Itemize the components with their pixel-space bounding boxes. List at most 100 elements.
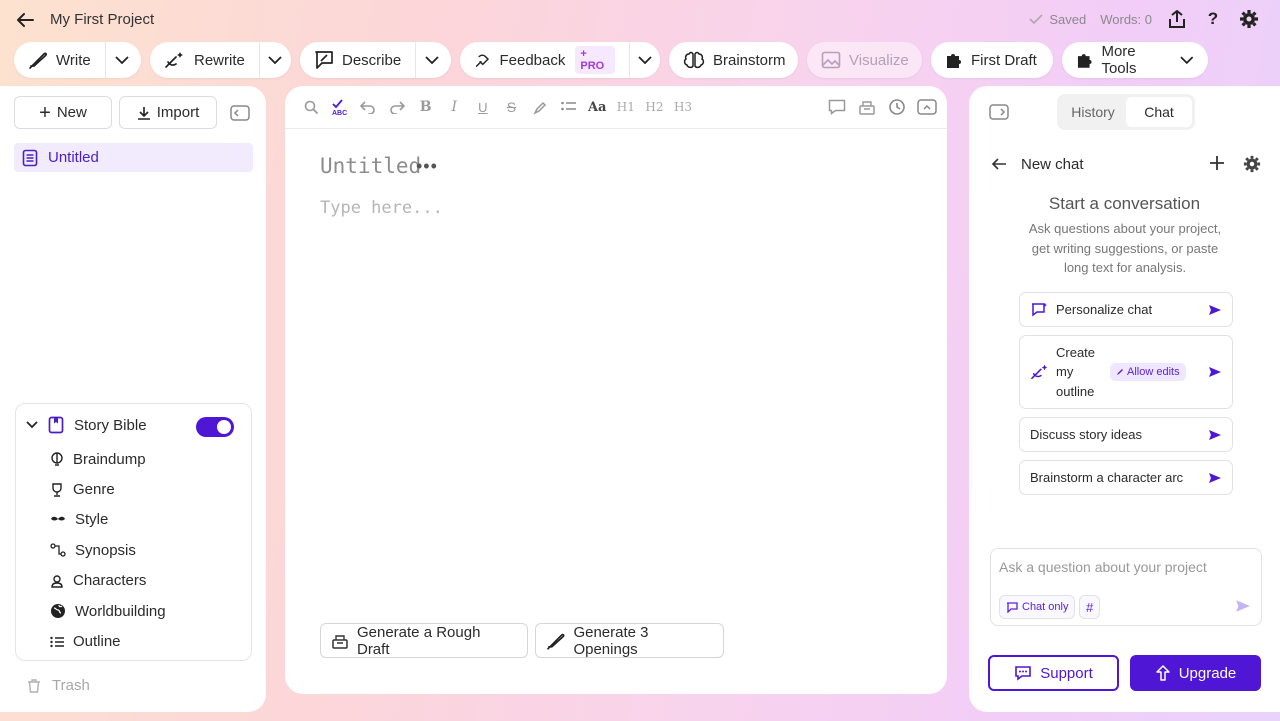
- describe-label: Describe: [342, 51, 402, 69]
- generate-openings-button[interactable]: Generate 3 Openings: [535, 623, 724, 658]
- italic-icon[interactable]: I: [440, 96, 469, 118]
- feedback-dropdown-chevron-icon[interactable]: [629, 42, 660, 78]
- search-icon[interactable]: [297, 96, 326, 118]
- suggestion-brainstorm-character-arc[interactable]: Brainstorm a character arc: [1019, 460, 1233, 495]
- chat-sparkle-icon: [1032, 302, 1047, 316]
- chat-panel: History Chat New chat Start a conversati…: [969, 86, 1280, 712]
- write-label: Write: [56, 51, 91, 69]
- collapse-sidebar-icon[interactable]: [230, 105, 250, 121]
- rewrite-button[interactable]: Rewrite: [150, 42, 259, 78]
- strikethrough-icon[interactable]: S: [497, 96, 526, 118]
- list-icon: [50, 636, 64, 647]
- feedback-button-group: Feedback + PRO: [460, 42, 660, 78]
- highlighter-icon[interactable]: [526, 96, 555, 118]
- mustache-icon: [51, 516, 65, 521]
- suggestion-discuss-story-ideas[interactable]: Discuss story ideas: [1019, 417, 1233, 452]
- share-icon[interactable]: [1166, 8, 1188, 30]
- bible-item-outline[interactable]: Outline: [50, 626, 166, 656]
- write-button[interactable]: Write: [14, 42, 105, 78]
- import-button[interactable]: Import: [119, 96, 217, 129]
- upgrade-button[interactable]: Upgrade: [1130, 655, 1261, 691]
- new-chat-plus-icon[interactable]: [1209, 155, 1225, 171]
- bible-item-label: Characters: [73, 572, 147, 590]
- allow-edits-label: Allow edits: [1127, 366, 1180, 378]
- chat-only-mode-button[interactable]: Chat only: [999, 595, 1076, 619]
- describe-dropdown-chevron-icon[interactable]: [416, 42, 448, 78]
- tab-history[interactable]: History: [1060, 97, 1126, 127]
- rewrite-sparkle-icon: [1031, 364, 1048, 380]
- bible-item-style[interactable]: Style: [50, 505, 166, 535]
- feather-pen-icon: [547, 633, 565, 650]
- document-title[interactable]: Untitled: [320, 154, 421, 178]
- editor-body-placeholder[interactable]: Type here...: [320, 198, 443, 218]
- undo-icon[interactable]: [354, 96, 383, 118]
- trash-label: Trash: [52, 677, 90, 694]
- bible-item-genre[interactable]: Genre: [50, 474, 166, 504]
- story-bible-panel: Story Bible Braindump Genre Style Synops…: [15, 403, 252, 661]
- bullet-list-icon[interactable]: [554, 96, 583, 118]
- feedback-label: Feedback: [499, 51, 566, 69]
- rewrite-sparkle-icon: [165, 52, 183, 68]
- heading-3-icon[interactable]: H3: [669, 96, 698, 118]
- expand-panel-icon[interactable]: [917, 96, 937, 118]
- underline-icon[interactable]: U: [469, 96, 498, 118]
- history-chat-tabs: History Chat: [1057, 94, 1195, 130]
- suggestion-create-outline[interactable]: Create my outline Allow edits: [1019, 335, 1233, 409]
- draft-machine-icon[interactable]: [857, 96, 877, 118]
- send-message-icon[interactable]: [1235, 599, 1251, 613]
- start-conversation-title: Start a conversation: [1048, 194, 1201, 213]
- brainstorm-button[interactable]: Brainstorm: [669, 42, 798, 78]
- back-arrow-icon[interactable]: [991, 157, 1007, 171]
- text-case-icon[interactable]: Aa: [583, 96, 612, 118]
- bible-item-characters[interactable]: Characters: [50, 566, 166, 596]
- chat-settings-gear-icon[interactable]: [1243, 155, 1261, 173]
- document-item-untitled[interactable]: Untitled: [14, 143, 253, 172]
- new-label: New: [56, 104, 87, 121]
- spellcheck-icon[interactable]: ABC: [326, 96, 355, 118]
- help-icon[interactable]: ?: [1202, 8, 1224, 30]
- support-button[interactable]: Support: [988, 655, 1119, 691]
- send-arrow-icon: [1209, 429, 1221, 440]
- write-dropdown-chevron-icon[interactable]: [106, 42, 138, 78]
- chat-input[interactable]: [999, 559, 1249, 575]
- bible-item-synopsis[interactable]: Synopsis: [50, 535, 166, 565]
- describe-button[interactable]: Describe: [300, 42, 415, 78]
- pro-badge: + PRO: [575, 46, 615, 74]
- globe-icon: [51, 604, 65, 619]
- visualize-button[interactable]: Visualize: [807, 42, 922, 78]
- brain-icon: [683, 51, 705, 69]
- suggestion-personalize-chat[interactable]: Personalize chat: [1019, 292, 1233, 327]
- chevron-down-icon[interactable]: [26, 421, 38, 429]
- story-bible-toggle[interactable]: [196, 417, 234, 437]
- more-tools-button[interactable]: More Tools: [1062, 42, 1208, 78]
- generate-rough-draft-button[interactable]: Generate a Rough Draft: [320, 623, 528, 658]
- settings-gear-icon[interactable]: [1238, 8, 1260, 30]
- project-title[interactable]: My First Project: [50, 11, 154, 28]
- feedback-button[interactable]: Feedback + PRO: [460, 42, 629, 78]
- history-clock-icon[interactable]: [887, 96, 907, 118]
- start-conversation-subtitle: Ask questions about your project, get wr…: [1028, 221, 1222, 275]
- heading-2-icon[interactable]: H2: [640, 96, 669, 118]
- puzzle-icon: [947, 54, 961, 68]
- more-options-icon[interactable]: •••: [416, 156, 438, 177]
- collapse-chat-icon[interactable]: [989, 104, 1009, 120]
- story-bible-label[interactable]: Story Bible: [74, 417, 147, 434]
- rewrite-dropdown-chevron-icon[interactable]: [260, 42, 291, 78]
- new-document-button[interactable]: + New: [14, 96, 112, 129]
- tab-chat[interactable]: Chat: [1126, 97, 1192, 127]
- bible-item-braindump[interactable]: Braindump: [50, 444, 166, 474]
- trash-button[interactable]: Trash: [26, 677, 90, 694]
- comment-icon[interactable]: [827, 96, 847, 118]
- first-draft-button[interactable]: First Draft: [931, 42, 1053, 78]
- hashtag-reference-button[interactable]: #: [1079, 595, 1101, 619]
- plus-icon: +: [39, 101, 51, 124]
- redo-icon[interactable]: [383, 96, 412, 118]
- check-icon: [1029, 14, 1043, 25]
- puzzle-icon: [1077, 54, 1092, 68]
- bible-item-worldbuilding[interactable]: Worldbuilding: [50, 596, 166, 626]
- document-item-label: Untitled: [48, 149, 99, 166]
- allow-edits-badge[interactable]: Allow edits: [1110, 363, 1186, 381]
- heading-1-icon[interactable]: H1: [612, 96, 641, 118]
- bold-icon[interactable]: B: [411, 96, 440, 118]
- back-arrow-icon[interactable]: [14, 10, 36, 30]
